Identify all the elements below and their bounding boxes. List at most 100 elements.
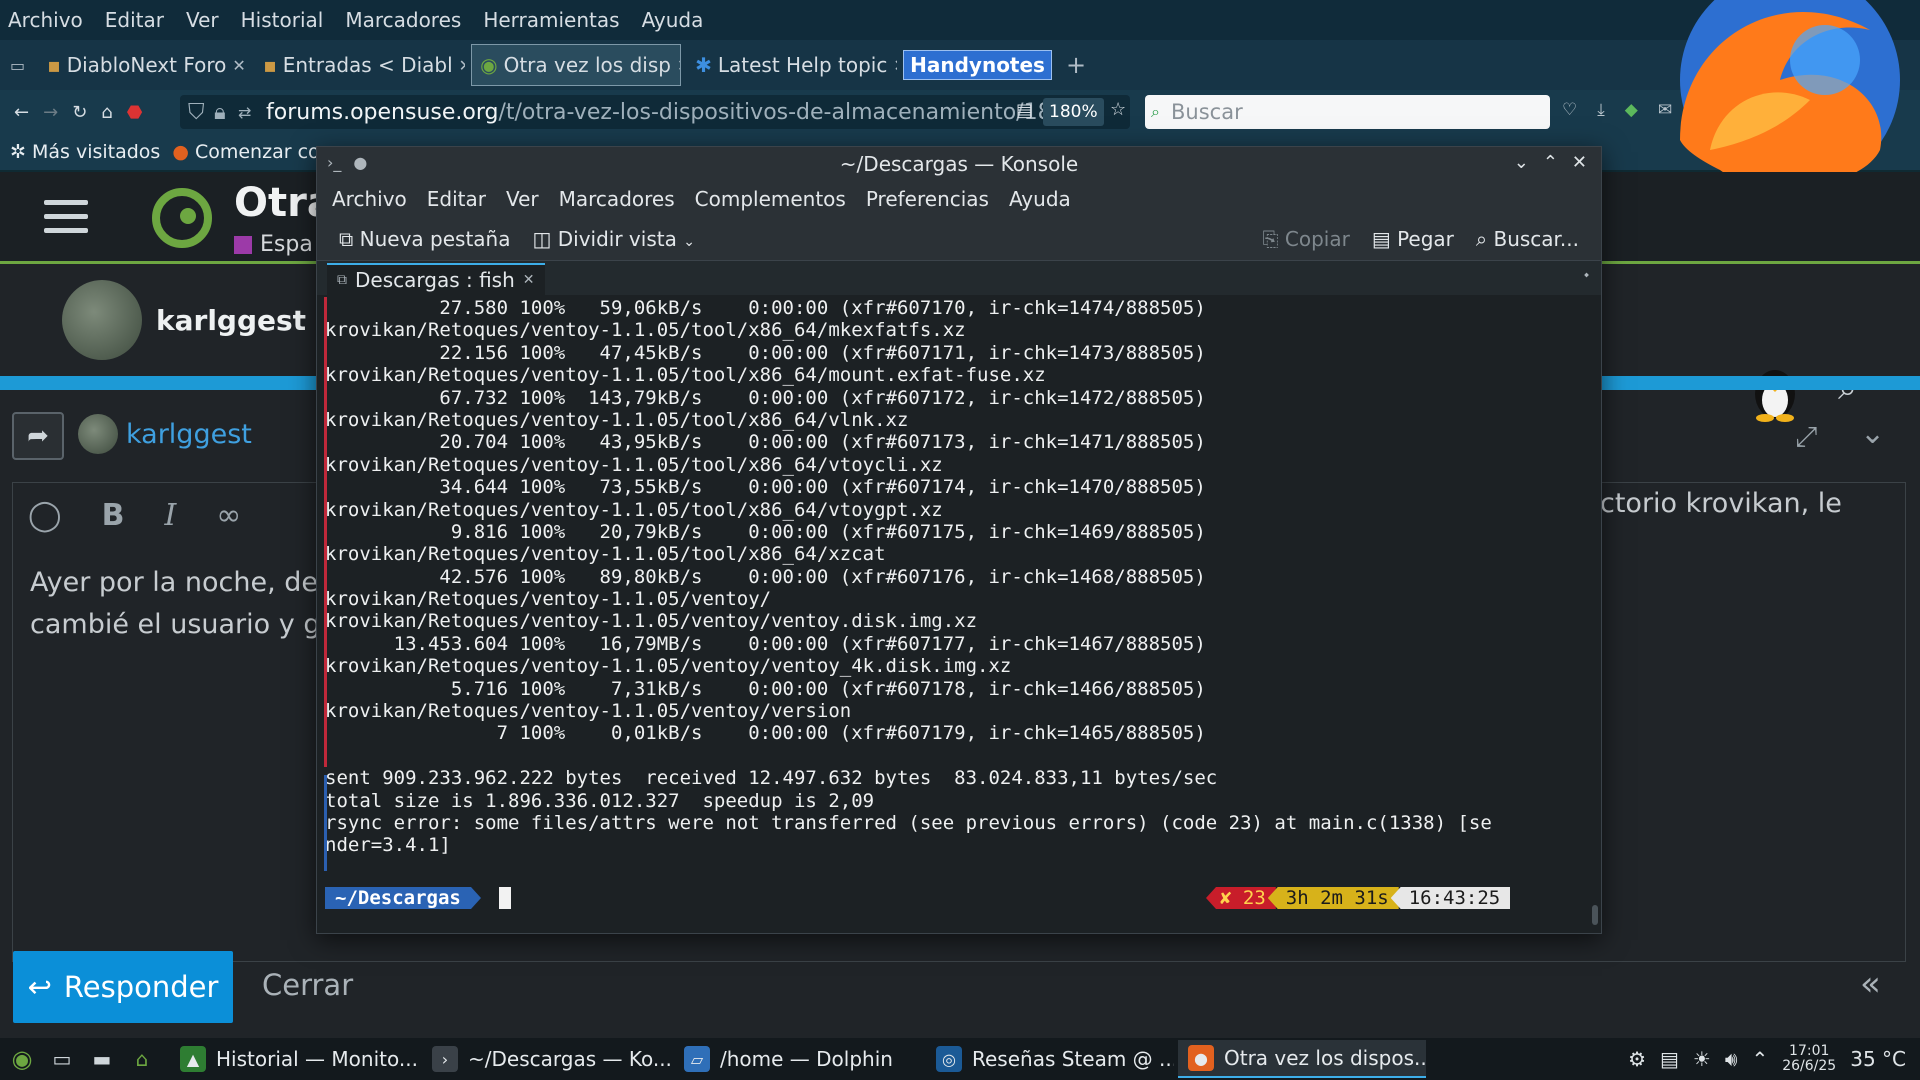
- home-launcher-icon[interactable]: ⌂: [124, 1041, 160, 1077]
- menu-archivo[interactable]: Archivo: [8, 8, 83, 32]
- url-bar[interactable]: ⛉ 🔒︎ ⇄ forums.opensuse.org/t/otra-vez-lo…: [180, 95, 1130, 129]
- chevron-double-down-icon[interactable]: ⌄: [1860, 416, 1885, 451]
- selection-marker: [324, 297, 327, 767]
- minimize-icon[interactable]: ⌄: [1514, 152, 1529, 173]
- expand-icon[interactable]: ⤢: [1795, 420, 1817, 454]
- konsole-tabbar: ⧉ Descargas : fish ✕ ⬩: [317, 261, 1601, 295]
- paste-button[interactable]: ▤ Pegar: [1372, 227, 1454, 251]
- forward-icon[interactable]: →: [43, 102, 58, 123]
- clock[interactable]: 17:01 26/6/25: [1782, 1044, 1836, 1074]
- tux-avatar-icon[interactable]: [1745, 358, 1805, 422]
- bookmark-star-icon[interactable]: ☆: [1110, 99, 1126, 120]
- weather-temperature[interactable]: 35 °C: [1850, 1047, 1906, 1071]
- link-icon[interactable]: ∞: [216, 498, 241, 533]
- maximize-icon[interactable]: ⌃: [1543, 152, 1558, 173]
- composer-user[interactable]: karlggest: [78, 414, 252, 454]
- terminal-launcher-icon[interactable]: ▬: [84, 1041, 120, 1077]
- menu-preferencias[interactable]: Preferencias: [866, 187, 989, 211]
- tab-close-icon[interactable]: ✕: [459, 56, 465, 75]
- avatar[interactable]: [62, 280, 142, 360]
- tab-latest-help[interactable]: ✱ Latest Help topic ✕: [687, 44, 897, 86]
- category-badge[interactable]: Espa: [234, 232, 313, 257]
- menu-ayuda[interactable]: Ayuda: [1009, 187, 1071, 211]
- reply-label: Responder: [63, 970, 219, 1004]
- tab-descargas-fish[interactable]: ⧉ Descargas : fish ✕: [327, 263, 545, 295]
- tab-close-icon[interactable]: ✕: [232, 56, 245, 75]
- steam-tray-icon[interactable]: ⚙: [1628, 1047, 1646, 1071]
- comment-icon[interactable]: ◯: [28, 498, 62, 533]
- prompt-arrow: [470, 887, 481, 909]
- close-icon[interactable]: ✕: [1572, 152, 1587, 173]
- tab-close-icon[interactable]: ✕: [893, 56, 897, 75]
- tab-handynotes[interactable]: Handynotes: [903, 50, 1052, 80]
- new-tab-button[interactable]: +: [1066, 51, 1086, 79]
- menu-editar[interactable]: Editar: [427, 187, 486, 211]
- menu-marcadores[interactable]: Marcadores: [559, 187, 675, 211]
- terminal-output[interactable]: 27.580 100% 59,06kB/s 0:00:00 (xfr#60717…: [317, 297, 1589, 929]
- reload-icon[interactable]: ↻: [72, 102, 87, 123]
- taskbar-task[interactable]: ▱ /home — Dolphin: [674, 1040, 922, 1078]
- adblock-icon[interactable]: ⬣: [127, 102, 143, 123]
- app-launcher-icon[interactable]: ◉: [4, 1041, 40, 1077]
- taskbar-task[interactable]: › ~/Descargas — Ko...: [422, 1040, 670, 1078]
- brightness-icon[interactable]: ☀: [1693, 1047, 1711, 1071]
- zoom-level[interactable]: 180%: [1043, 98, 1104, 126]
- menu-complementos[interactable]: Complementos: [695, 187, 846, 211]
- download-icon[interactable]: ⤓: [1597, 100, 1605, 125]
- new-tab-button[interactable]: ⧉ Nueva pestaña: [339, 227, 510, 251]
- window-title: ~/Descargas — Konsole: [839, 152, 1079, 176]
- reply-type-button[interactable]: ➦: [12, 412, 64, 460]
- split-view-button[interactable]: ◫ Dividir vista ⌄: [532, 227, 694, 251]
- url-path: /t/otra-vez-los-dispositivos-de-almacena…: [498, 99, 1080, 125]
- hamburger-menu-icon[interactable]: [44, 200, 88, 234]
- back-icon[interactable]: ←: [14, 102, 29, 123]
- search-input[interactable]: ⌕ Buscar: [1145, 95, 1550, 129]
- home-icon[interactable]: ⌂: [101, 102, 112, 123]
- pin-icon[interactable]: ●: [353, 153, 367, 172]
- menu-marcadores[interactable]: Marcadores: [345, 8, 461, 32]
- reply-button[interactable]: ↩ Responder: [13, 951, 233, 1023]
- italic-icon[interactable]: I: [164, 498, 176, 533]
- chevron-double-left-icon[interactable]: «: [1860, 964, 1881, 1004]
- menu-editar[interactable]: Editar: [105, 8, 164, 32]
- search-engine-icon: ⌕: [1151, 102, 1160, 121]
- tab-close-icon[interactable]: ✕: [677, 56, 680, 75]
- bookmark-mas-visitados[interactable]: ✲ Más visitados: [10, 141, 160, 163]
- konsole-titlebar[interactable]: ›_ ● ~/Descargas — Konsole ⌄ ⌃ ✕: [317, 147, 1601, 181]
- close-button[interactable]: Cerrar: [262, 968, 353, 1002]
- terminal-line: 27.580 100% 59,06kB/s 0:00:00 (xfr#60717…: [325, 297, 1206, 319]
- bookmark-comenzar[interactable]: ● Comenzar con: [172, 141, 331, 163]
- menu-historial[interactable]: Historial: [241, 8, 324, 32]
- tab-diablonext[interactable]: ▪ DiabloNext Foro ✕: [39, 44, 249, 86]
- find-button[interactable]: ⌕ Buscar...: [1476, 227, 1579, 251]
- tab-otra-vez[interactable]: ◉ Otra vez los disp ✕: [471, 44, 682, 86]
- editor-toolbar: ◯ B I ∞: [28, 498, 241, 533]
- task-label: Reseñas Steam @ ...: [972, 1047, 1174, 1071]
- reader-view-icon[interactable]: ▤: [1016, 100, 1033, 121]
- scrollbar[interactable]: [1589, 297, 1601, 929]
- taskbar-task[interactable]: ◎ Reseñas Steam @ ...: [926, 1040, 1174, 1078]
- menu-archivo[interactable]: Archivo: [332, 187, 407, 211]
- category-color: [234, 235, 252, 254]
- pin-tab-icon[interactable]: ⬩: [1584, 267, 1589, 283]
- composer-text[interactable]: Ayer por la noche, desc cambié el usuari…: [30, 562, 360, 646]
- menu-ver[interactable]: Ver: [186, 8, 219, 32]
- menu-ver[interactable]: Ver: [506, 187, 539, 211]
- show-desktop-icon[interactable]: ▭: [44, 1041, 80, 1077]
- tab-entradas[interactable]: ▪ Entradas < Diabl ✕: [255, 44, 465, 86]
- tab-close-icon[interactable]: ✕: [523, 272, 535, 288]
- menu-herramientas[interactable]: Herramientas: [483, 8, 619, 32]
- volume-icon[interactable]: 🔊︎: [1725, 1047, 1738, 1071]
- copy-button[interactable]: ⎘ Copiar: [1263, 227, 1350, 251]
- pocket-icon[interactable]: ♡: [1562, 100, 1577, 125]
- tray-expand-icon[interactable]: ⌃: [1751, 1047, 1768, 1071]
- taskbar-task[interactable]: ● Otra vez los dispos...: [1178, 1040, 1426, 1078]
- taskbar-task[interactable]: ▲ Historial — Monito...: [170, 1040, 418, 1078]
- bold-icon[interactable]: B: [102, 498, 125, 533]
- clipboard-icon[interactable]: ▤: [1660, 1047, 1679, 1071]
- extension-green-icon[interactable]: ◆: [1625, 100, 1638, 125]
- menu-ayuda[interactable]: Ayuda: [642, 8, 704, 32]
- tab-list-icon[interactable]: ▭: [10, 56, 25, 75]
- username[interactable]: karlggest: [156, 304, 306, 337]
- scrollbar-thumb[interactable]: [1592, 905, 1598, 925]
